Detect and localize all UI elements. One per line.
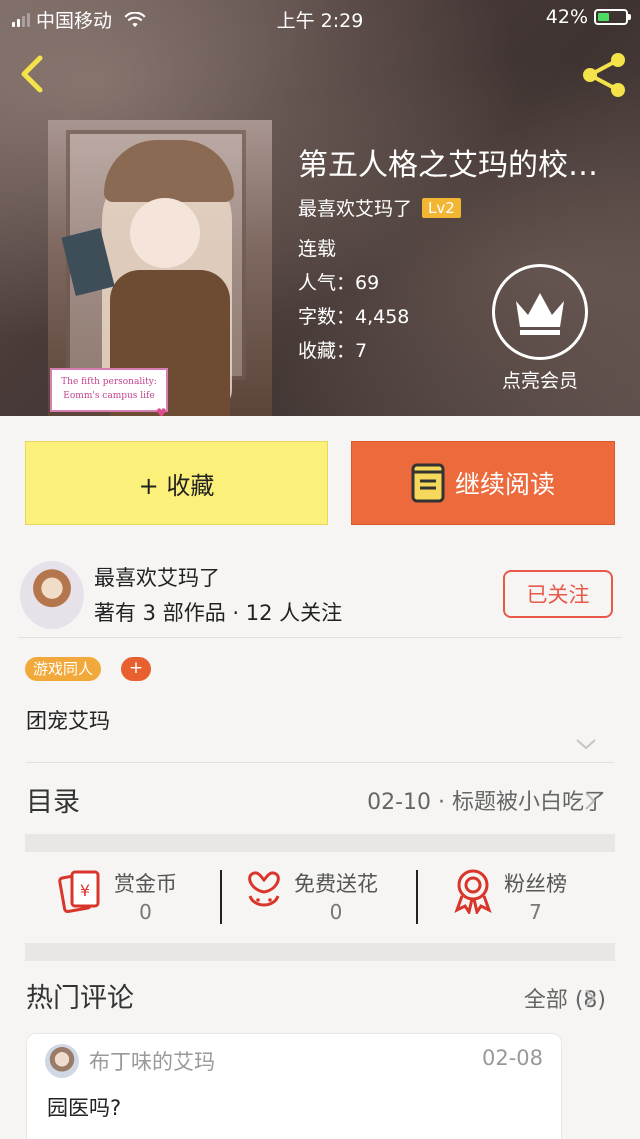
book-author[interactable]: 最喜欢艾玛了: [298, 194, 412, 221]
continue-reading-label: 继续阅读: [454, 470, 555, 499]
divider: [416, 870, 418, 924]
favorite-count: 收藏：7: [298, 340, 368, 362]
tag-chip[interactable]: 游戏同人: [25, 657, 102, 681]
share-icon[interactable]: [580, 50, 630, 100]
toc-label[interactable]: 目录: [26, 780, 80, 819]
author-avatar[interactable]: [20, 561, 84, 629]
book-cover-image: The fifth personality: Eomm's campus lif…: [48, 120, 272, 416]
divider: [26, 762, 614, 763]
divider: [220, 870, 222, 924]
section-divider: [25, 834, 615, 852]
continue-reading-button[interactable]: 继续阅读: [351, 441, 615, 525]
fan-ranking-button[interactable]: 粉丝榜 7: [452, 868, 567, 924]
commenter-name[interactable]: 布丁味的艾玛: [89, 1046, 215, 1076]
divider: [18, 637, 622, 638]
commenter-avatar[interactable]: [45, 1044, 79, 1078]
book-description: 团宠艾玛: [26, 709, 110, 733]
latest-chapter[interactable]: 02-10 · 标题被小白吃了: [367, 784, 606, 816]
comment-card[interactable]: 布丁味的艾玛 02-08 园医吗?: [26, 1033, 562, 1139]
author-card-name[interactable]: 最喜欢艾玛了: [94, 562, 220, 592]
stat-value: 0: [139, 900, 152, 924]
stat-label: 粉丝榜: [504, 872, 567, 896]
svg-text:¥: ¥: [80, 881, 90, 900]
level-badge: Lv2: [422, 197, 461, 218]
comment-text: 园医吗?: [47, 1096, 122, 1120]
hot-comments-label: 热门评论: [26, 983, 134, 1014]
follow-button[interactable]: 已关注: [503, 570, 613, 618]
chevron-down-icon[interactable]: [574, 736, 598, 752]
book-icon: [411, 463, 445, 503]
battery-percent: 42%: [545, 6, 588, 28]
book-title: 第五人格之艾玛的校…: [298, 148, 598, 183]
word-count: 字数：4,458: [298, 306, 410, 328]
book-header: 中国移动 上午 2:29 42% The fifth personality: …: [0, 0, 640, 416]
clock: 上午 2:29: [276, 10, 364, 32]
add-tag-button[interactable]: +: [121, 657, 151, 681]
back-icon[interactable]: [14, 52, 54, 96]
reward-coins-button[interactable]: ¥ 赏金币 0: [58, 868, 177, 924]
free-flower-button[interactable]: 免费送花 0: [244, 868, 378, 924]
stat-label: 赏金币: [114, 872, 177, 896]
book-status: 连载: [298, 238, 337, 260]
cover-caption: The fifth personality: Eomm's campus lif…: [50, 368, 168, 412]
heart-icon: ♥: [156, 406, 167, 416]
author-card-meta: 著有 3 部作品 · 12 人关注: [94, 601, 343, 625]
chevron-right-icon[interactable]: [583, 790, 597, 812]
chevron-right-icon[interactable]: [583, 987, 597, 1009]
medal-icon: [454, 869, 492, 914]
red-envelope-icon: ¥: [58, 870, 100, 914]
vip-button[interactable]: 点亮会员: [492, 264, 588, 392]
comment-date: 02-08: [481, 1046, 543, 1070]
vip-label: 点亮会员: [501, 370, 578, 392]
status-bar: 中国移动 上午 2:29 42%: [0, 0, 640, 36]
stat-value: 7: [529, 900, 542, 924]
favorite-button[interactable]: + 收藏: [25, 441, 328, 525]
flower-icon: [248, 871, 280, 907]
stat-label: 免费送花: [294, 872, 378, 896]
popularity: 人气：69: [298, 272, 380, 294]
battery-icon: [594, 9, 631, 25]
crown-icon: [516, 293, 564, 335]
stat-value: 0: [329, 900, 343, 924]
book-detail-page: 中国移动 上午 2:29 42% The fifth personality: …: [0, 0, 640, 1139]
section-divider: [25, 943, 615, 961]
